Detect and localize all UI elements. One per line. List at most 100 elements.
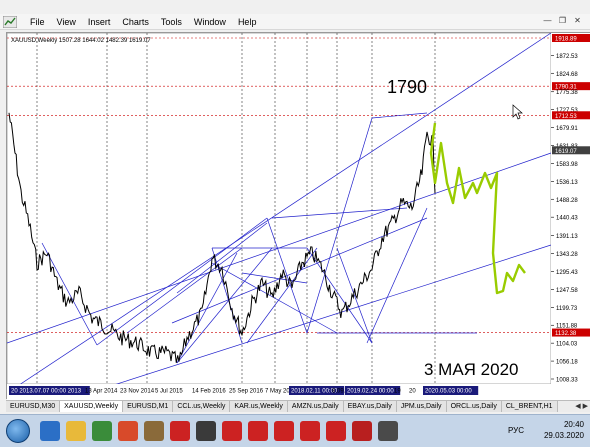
tab-ccl-us-weekly[interactable]: CCL.us,Weekly xyxy=(173,401,231,412)
tab-ebay-us-daily[interactable]: EBAY.us,Daily xyxy=(343,401,397,412)
terminal-window: File View Insert Charts Tools Window Help — ❐ … xyxy=(0,0,590,447)
tab-amzn-us-daily[interactable]: AMZN.us,Daily xyxy=(287,401,344,412)
channel-line xyxy=(336,247,373,344)
price-label: 1918.89 xyxy=(555,37,577,43)
channel-line xyxy=(176,222,268,294)
window-controls: — ❐ ✕ xyxy=(541,15,584,27)
close-icon[interactable]: ✕ xyxy=(571,15,584,27)
chart-tabs: ◀ ▶ EURUSD,M30 XAUUSD,Weekly EURUSD,M1 CCL.… xyxy=(6,400,590,412)
chart-area[interactable]: 1918.89 1872.53 1824.68 1790.31 1775.38 1727.… xyxy=(6,32,590,400)
metatrader-icon[interactable] xyxy=(92,421,112,441)
app-icon-dark[interactable] xyxy=(196,421,216,441)
tab-jpm-us-daily[interactable]: JPM.us,Daily xyxy=(396,401,447,412)
time-label: 13 Apr 2014 xyxy=(85,389,118,395)
taskbar: РУС 20:40 29.03.2020 xyxy=(0,414,590,447)
pause-app-icon[interactable] xyxy=(300,421,320,441)
menu-window[interactable]: Window xyxy=(188,16,232,28)
menu-tools[interactable]: Tools xyxy=(155,16,188,28)
price-label: 1824.68 xyxy=(556,72,578,78)
channel-line xyxy=(126,247,243,334)
price-label: 1536.13 xyxy=(556,180,578,186)
menu-view[interactable]: View xyxy=(51,16,82,28)
price-label: 1199.73 xyxy=(556,306,578,312)
tab-eurusd-m1[interactable]: EURUSD,M1 xyxy=(123,401,174,412)
time-label: 14 Feb 2016 xyxy=(192,389,226,395)
app-icon-gear[interactable] xyxy=(170,421,190,441)
chart-grid xyxy=(7,33,552,385)
price-label: 1872.53 xyxy=(556,54,578,60)
tab-kar-us-weekly[interactable]: KAR.us,Weekly xyxy=(230,401,288,412)
date-annotation: 3 МАЯ 2020 xyxy=(424,360,519,379)
cursor-icon xyxy=(512,104,523,120)
price-label: 1247.58 xyxy=(556,288,578,294)
price-label: 1391.13 xyxy=(556,234,578,240)
minimize-icon[interactable]: — xyxy=(541,15,554,27)
language-indicator[interactable]: РУС xyxy=(508,426,524,435)
channel-line xyxy=(41,242,98,346)
menu-insert[interactable]: Insert xyxy=(82,16,117,28)
explorer-icon[interactable] xyxy=(66,421,86,441)
price-label: 1343.28 xyxy=(556,252,578,258)
app-icon-red[interactable] xyxy=(118,421,138,441)
app-icon-grey[interactable] xyxy=(378,421,398,441)
period-separators xyxy=(36,33,436,384)
ie-icon[interactable] xyxy=(40,421,60,441)
channel-line xyxy=(306,117,373,334)
price-label: 1712.53 xyxy=(555,114,577,120)
app-icon[interactable] xyxy=(3,16,17,28)
time-label: 7 May 20 xyxy=(265,389,290,395)
menu-file[interactable]: File xyxy=(24,16,51,28)
tab-eurusd-m30[interactable]: EURUSD,M30 xyxy=(6,401,61,412)
horizontal-levels xyxy=(7,37,551,333)
forecast-line xyxy=(429,122,526,295)
start-button[interactable] xyxy=(6,419,30,443)
clock[interactable]: 20:40 29.03.2020 xyxy=(544,419,584,441)
menu-bar: File View Insert Charts Tools Window Help — ❐ … xyxy=(0,14,590,30)
tab-xauusd-weekly[interactable]: XAUUSD,Weekly xyxy=(60,401,124,412)
price-label: 1008.33 xyxy=(556,378,578,384)
restore-icon[interactable]: ❐ xyxy=(556,15,569,27)
price-label: 1056.18 xyxy=(556,360,578,366)
fx-app-icon[interactable] xyxy=(352,421,372,441)
menu-charts[interactable]: Charts xyxy=(116,16,155,28)
price-label: 1132.38 xyxy=(555,331,577,337)
time-label: 19 xyxy=(394,389,401,395)
pause-app-icon[interactable] xyxy=(248,421,268,441)
clock-date: 29.03.2020 xyxy=(543,431,584,440)
price-label: 1488.28 xyxy=(556,198,578,204)
time-label: 23 Nov 2014 xyxy=(120,389,155,395)
channel-line xyxy=(96,217,268,346)
channel-line xyxy=(271,207,408,219)
app-icon-gold[interactable] xyxy=(144,421,164,441)
price-label: 1775.38 xyxy=(556,90,578,96)
price-label: 1583.98 xyxy=(556,162,578,168)
channel-line xyxy=(7,33,552,394)
pause-app-icon[interactable] xyxy=(274,421,294,441)
price-axis: 1918.891872.531824.681790.311775.381727.… xyxy=(551,33,590,400)
channel-line xyxy=(176,247,273,364)
price-label: 1679.91 xyxy=(556,126,578,132)
price-line xyxy=(8,112,436,363)
pause-app-icon[interactable] xyxy=(222,421,242,441)
time-label: 2019.02.24 00:00 xyxy=(347,389,394,395)
time-label: 20 2013.07.07 00:00 2013 xyxy=(11,389,82,395)
time-label: 20 xyxy=(409,389,416,395)
channel-line xyxy=(366,207,428,344)
pause-app-icon[interactable] xyxy=(326,421,346,441)
price-label: 1295.43 xyxy=(556,270,578,276)
price-label: 1104.03 xyxy=(556,342,578,348)
channel-line xyxy=(171,217,428,324)
price-label: 1619.07 xyxy=(555,149,577,155)
time-label: 2018.02.11 00:00 xyxy=(291,389,338,395)
tab-cl-brent-h1[interactable]: CL_BRENT,H1 xyxy=(501,401,558,412)
menu-help[interactable]: Help xyxy=(232,16,263,28)
chart-header: XAUUSD,Weekly 1507.28 1644.02 1482.39 16… xyxy=(11,38,151,44)
tab-scroll-arrows-icon[interactable]: ◀ ▶ xyxy=(575,402,588,410)
time-label: 25 Sep 2016 xyxy=(229,389,264,395)
channel-lines xyxy=(7,33,552,400)
tab-orcl-us-daily[interactable]: ORCL.us,Daily xyxy=(446,401,502,412)
time-axis: 20 2013.07.07 00:00 2013 13 Apr 2014 23 No… xyxy=(7,384,590,400)
price-chart[interactable]: 1918.891872.531824.681790.311775.381727.… xyxy=(7,33,590,400)
price-label: 1440.43 xyxy=(556,216,578,222)
main-menu: File View Insert Charts Tools Window Help xyxy=(24,16,262,28)
